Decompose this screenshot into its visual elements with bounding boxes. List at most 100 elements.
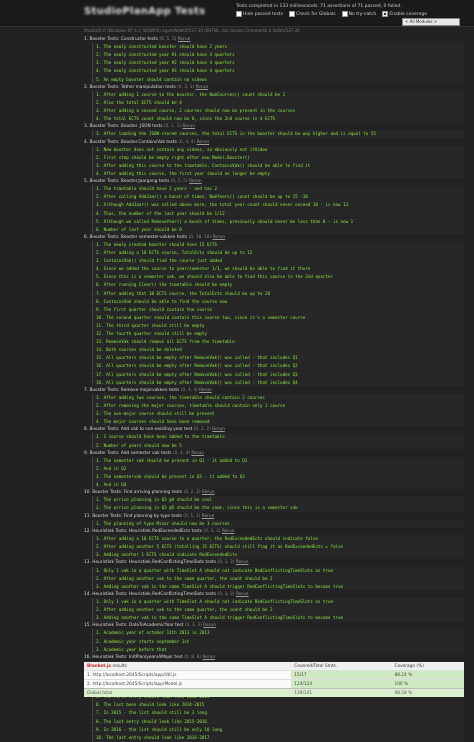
test-module-name[interactable]: Heuristiek Tests: DateToAcademicYear tes… bbox=[92, 623, 183, 628]
test-module-name[interactable]: Booster Tests: Constructor tests bbox=[89, 37, 157, 42]
checkbox-0[interactable]: Hide passed tests bbox=[236, 11, 283, 17]
coverage-total-label: Global total bbox=[84, 688, 292, 697]
assertion-item: 1. After adding two courses, the timetab… bbox=[92, 393, 464, 402]
test-module-name[interactable]: Booster Tests: Find planning by type tes… bbox=[92, 514, 182, 519]
assertion-number: 1. bbox=[96, 434, 104, 440]
test-module-name[interactable]: Booster Tests: Remove majorvakken tests bbox=[89, 388, 179, 393]
assertion-text: Number of last year should be 0 bbox=[103, 226, 182, 232]
rerun-link[interactable]: Rerun bbox=[236, 592, 249, 597]
test-module-header[interactable]: 16. Heuristiek Tests: InitPlan/yearsAMaj… bbox=[84, 654, 464, 661]
rerun-link[interactable]: Rerun bbox=[197, 140, 210, 145]
rerun-link[interactable]: Rerun bbox=[202, 655, 215, 660]
rerun-link[interactable]: Rerun bbox=[202, 490, 215, 495]
checkbox-box[interactable] bbox=[341, 11, 348, 17]
assertion-text: The newly constructed booster should hav… bbox=[103, 44, 228, 50]
test-module: 13. Heuristiek Tests: Heuristiek.RedConf… bbox=[84, 559, 464, 591]
test-module-header[interactable]: 6. Booster Tests: Booster semester-vakke… bbox=[84, 234, 464, 241]
assertion-number: 1. bbox=[96, 91, 104, 97]
test-module-header[interactable]: 8. Booster Tests: Add vak to non-existin… bbox=[84, 426, 464, 433]
coverage-row[interactable]: 2. http://localhost:2645/Scripts/app/Mod… bbox=[84, 679, 464, 689]
test-module-counts: (0, 4, 4) bbox=[178, 139, 196, 145]
coverage-file[interactable]: 2. http://localhost:2645/Scripts/app/Mod… bbox=[84, 679, 292, 689]
assertion-item: 2. Academic year starts september 1st bbox=[92, 637, 464, 646]
test-module-name[interactable]: Booster Tests: Add vak to non-existing y… bbox=[89, 427, 192, 432]
test-module-name[interactable]: Booster Tests: Add semester vak tests bbox=[89, 451, 171, 456]
checkbox-box[interactable] bbox=[236, 11, 242, 17]
rerun-link[interactable]: Rerun bbox=[191, 451, 204, 456]
rerun-link[interactable]: Rerun bbox=[196, 85, 209, 90]
assertion-item: 2. The arrive planning in Q3 @5 should b… bbox=[92, 504, 464, 513]
test-module-name[interactable]: Booster Tests: Booster .JSON tests bbox=[89, 124, 162, 129]
coverage-header-covered: Covered/Total Smts. bbox=[291, 662, 392, 671]
rerun-link[interactable]: Rerun bbox=[189, 179, 202, 184]
test-module-name[interactable]: Booster Tests: Find arriving planning te… bbox=[92, 490, 182, 495]
test-module-counts: (0, 3, 3) bbox=[184, 623, 202, 629]
test-module-name[interactable]: Heuristiek Tests: Heuristiek.RedConflict… bbox=[92, 560, 216, 565]
test-module-name[interactable]: Booster Tests: Booster semester-vakken t… bbox=[89, 235, 187, 240]
assertion-number: 1. bbox=[96, 394, 104, 400]
rerun-link[interactable]: Rerun bbox=[213, 235, 226, 240]
test-module-header[interactable]: 5. Booster Tests: Booster.Jaargang tests… bbox=[84, 178, 464, 185]
rerun-link[interactable]: Rerun bbox=[212, 427, 225, 432]
test-module-header[interactable]: 4. Booster Tests: Booster.ContainsVak te… bbox=[84, 139, 464, 146]
assertion-number: 2. bbox=[96, 575, 104, 581]
rerun-link[interactable]: Rerun bbox=[182, 124, 195, 129]
assertion-number: 3. bbox=[96, 552, 104, 558]
coverage-header-brand: Blanket.js results bbox=[84, 662, 292, 671]
assertion-item: 2. After adding a 10 ECTS course, TotalE… bbox=[92, 249, 464, 257]
assertion-number: 9. bbox=[96, 306, 104, 312]
assertion-number: 1. bbox=[96, 630, 104, 636]
test-module-number: 9. bbox=[84, 450, 89, 456]
test-module-header[interactable]: 7. Booster Tests: Remove majorvakken tes… bbox=[84, 387, 464, 394]
checkbox-label: Enable coverage bbox=[389, 11, 427, 17]
test-module-header[interactable]: 9. Booster Tests: Add semester vak tests… bbox=[84, 450, 464, 457]
assertion-text: After adding a 10 ECTS course to a quart… bbox=[103, 536, 318, 542]
checkbox-box[interactable] bbox=[382, 11, 389, 17]
checkbox-2[interactable]: No try-catch bbox=[341, 11, 376, 17]
assertion-text: Also the total ECTS should be 4 bbox=[103, 99, 182, 105]
coverage-file-link[interactable]: http://localhost:2645/Scripts/app/Model.… bbox=[92, 682, 182, 687]
test-module-counts: (0, 18, 18) bbox=[188, 234, 212, 240]
coverage-row[interactable]: 1. http://localhost:2645/Scripts/app/Uti… bbox=[84, 670, 464, 680]
rerun-link[interactable]: Rerun bbox=[222, 529, 235, 534]
module-filter-select[interactable]: < All Modules > bbox=[402, 18, 460, 26]
test-module-header[interactable]: 1. Booster Tests: Constructor tests (0, … bbox=[84, 36, 464, 43]
assertion-text: In 2015 - the list should still be 3 lon… bbox=[103, 710, 207, 716]
assertion-text: ContainsVak should be able to find the c… bbox=[103, 298, 228, 304]
checkbox-box[interactable] bbox=[289, 11, 296, 17]
test-module-header[interactable]: 14. Heuristiek Tests: Heuristiek.RedConf… bbox=[84, 591, 464, 598]
checkbox-3[interactable]: Enable coverage bbox=[382, 11, 427, 17]
assertion-item: 6. After running Clear() the timetable s… bbox=[92, 281, 464, 290]
assertion-number: 2. bbox=[96, 544, 104, 550]
assertion-number: 2. bbox=[96, 52, 104, 58]
checkbox-1[interactable]: Check for Globals bbox=[289, 11, 336, 17]
test-module-header[interactable]: 2. Booster Tests: Tether manipulation te… bbox=[84, 84, 464, 91]
rerun-link[interactable]: Rerun bbox=[203, 623, 216, 628]
test-module-name[interactable]: Heuristiek Tests: Heuristiek.RedExceeded… bbox=[92, 529, 202, 534]
assertion-number: 2. bbox=[96, 638, 104, 644]
test-module-header[interactable]: 11. Booster Tests: Find planning by type… bbox=[84, 513, 464, 520]
test-module-name[interactable]: Booster Tests: Booster.ContainsVak tests bbox=[89, 140, 176, 145]
assertion-text: The arrive planning in Q3 @5 should be t… bbox=[103, 505, 298, 511]
page-title[interactable]: StudioPlanApp Tests bbox=[84, 6, 205, 17]
rerun-link[interactable]: Rerun bbox=[236, 560, 249, 565]
test-module-name[interactable]: Heuristiek Tests: Heuristiek.RedConflict… bbox=[92, 592, 216, 597]
rerun-link[interactable]: Rerun bbox=[199, 388, 212, 393]
assertion-number: 11. bbox=[96, 322, 107, 328]
test-module-name[interactable]: Booster Tests: Booster.Jaargang tests bbox=[89, 179, 169, 184]
coverage-file-link[interactable]: http://localhost:2645/Scripts/app/Util.j… bbox=[92, 673, 176, 678]
test-module-header[interactable]: 10. Booster Tests: Find arriving plannin… bbox=[84, 489, 464, 496]
test-module-name[interactable]: Heuristiek Tests: InitPlan/yearsAMajor t… bbox=[92, 655, 182, 660]
assertion-number: 6. bbox=[96, 702, 104, 708]
rerun-link[interactable]: Rerun bbox=[202, 514, 215, 519]
coverage-file[interactable]: 1. http://localhost:2645/Scripts/app/Uti… bbox=[84, 670, 292, 680]
test-module-header[interactable]: 15. Heuristiek Tests: DateToAcademicYear… bbox=[84, 622, 464, 629]
test-module-header[interactable]: 3. Booster Tests: Booster .JSON tests (0… bbox=[84, 123, 464, 130]
coverage-percent: 88.24 % bbox=[391, 670, 464, 680]
rerun-link[interactable]: Rerun bbox=[178, 37, 191, 42]
test-module-header[interactable]: 12. Heuristiek Tests: Heuristiek.RedExce… bbox=[84, 528, 464, 535]
assertion-item: 8. ContainsVak should be able to find th… bbox=[92, 297, 464, 306]
assertion-number: 14. bbox=[96, 347, 107, 353]
test-module-header[interactable]: 13. Heuristiek Tests: Heuristiek.RedConf… bbox=[84, 559, 464, 566]
test-module-name[interactable]: Booster Tests: Tether manipulation tests bbox=[89, 85, 175, 90]
